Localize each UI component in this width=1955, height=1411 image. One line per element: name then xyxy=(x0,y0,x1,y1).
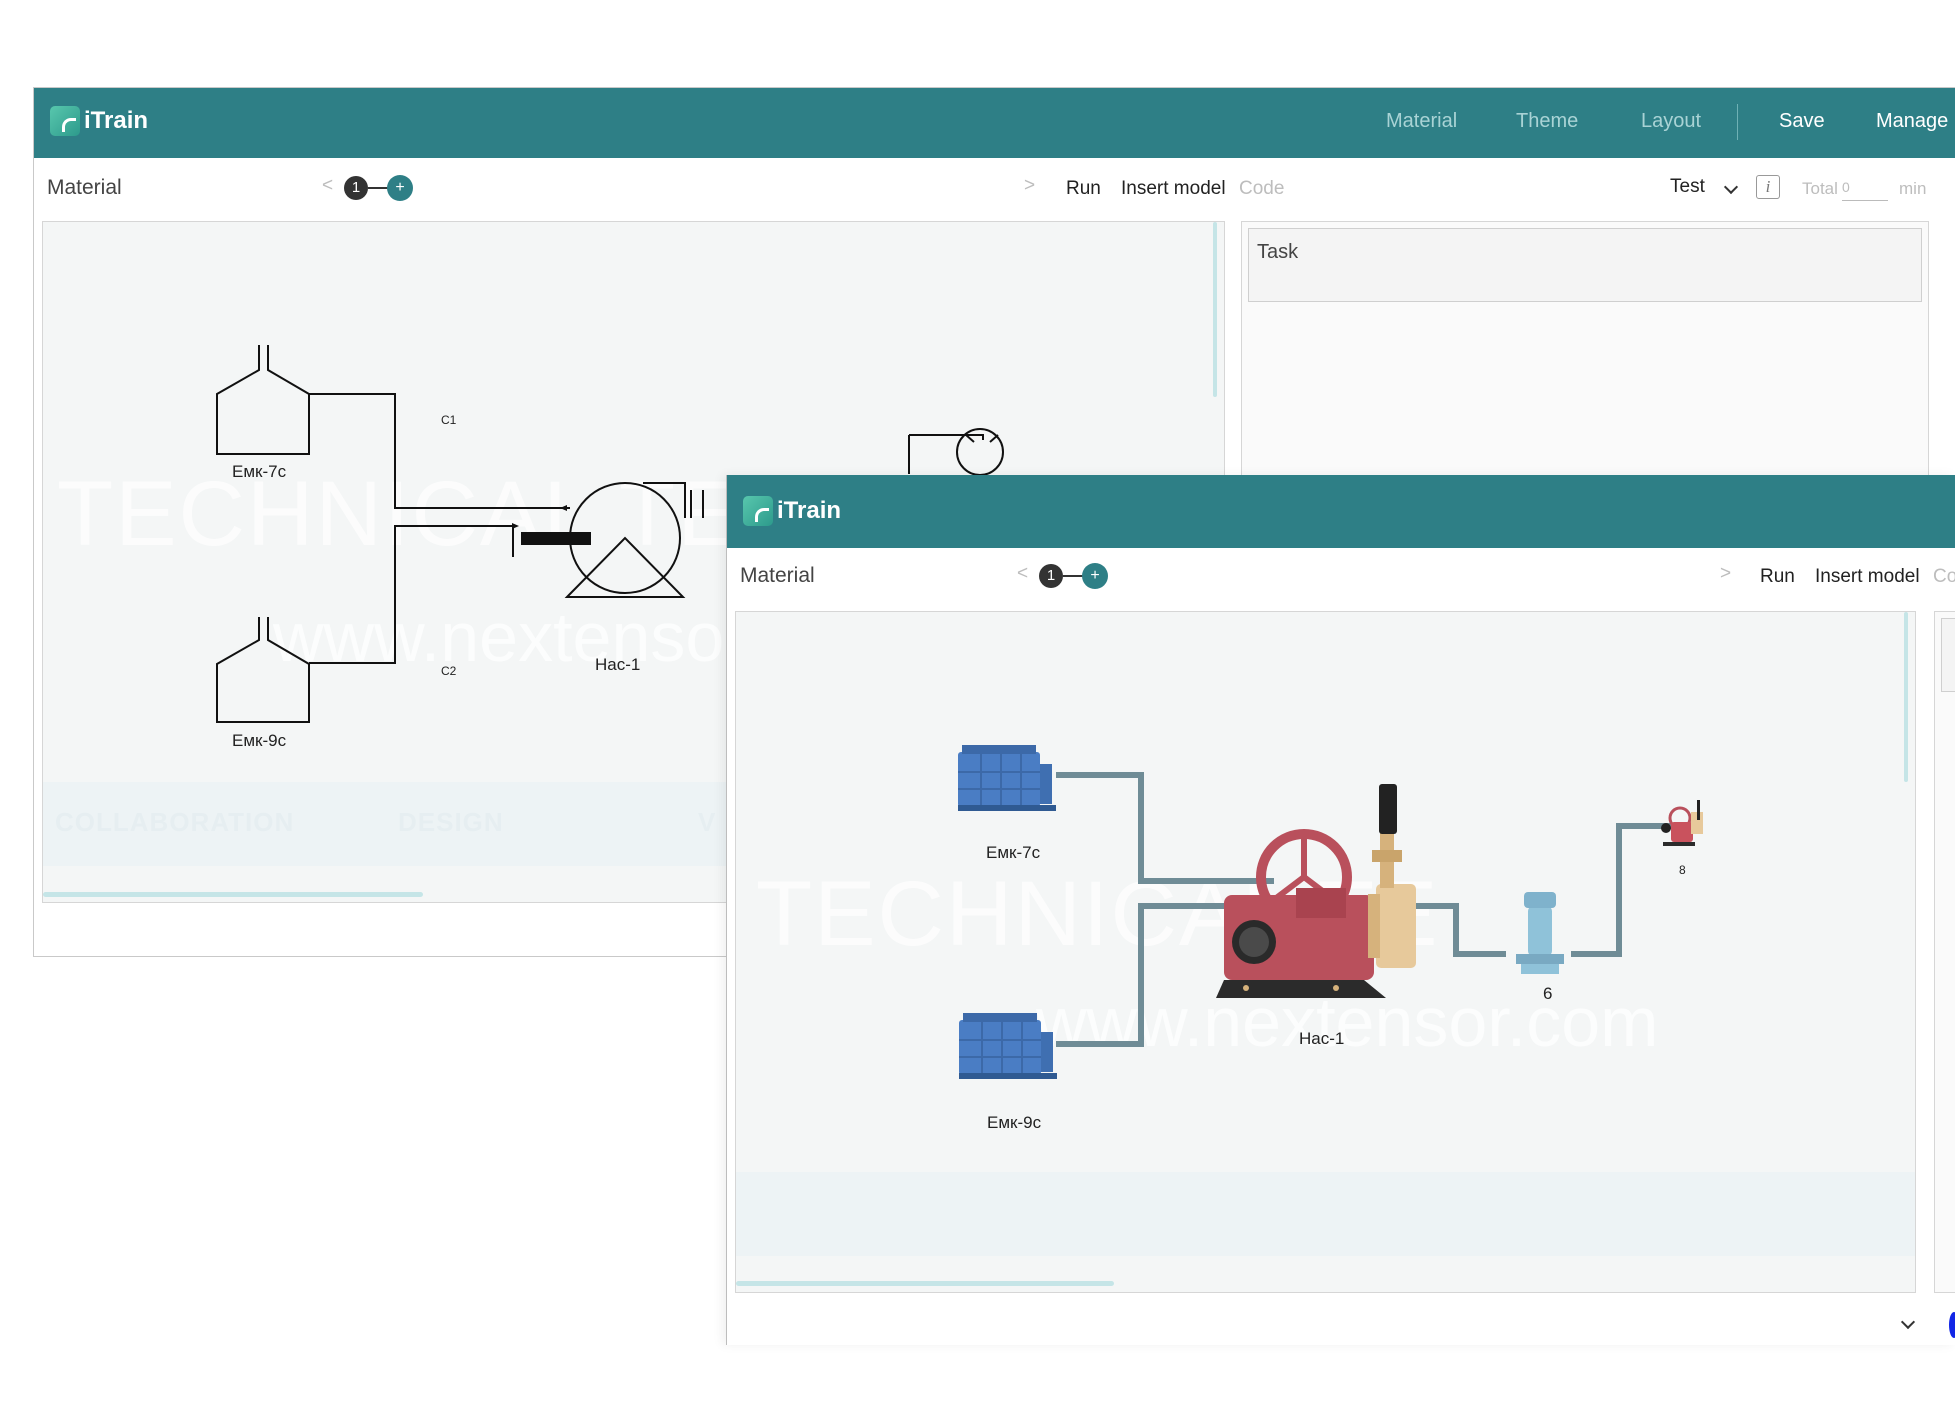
tank-9c-model xyxy=(959,1013,1057,1079)
material-title-2: Material xyxy=(740,564,815,587)
total-label: Total xyxy=(1802,179,1838,198)
tank-7c-label: Емк-7с xyxy=(232,462,287,481)
pump-label-2: Нас-1 xyxy=(1299,1029,1345,1048)
tank-9c-symbol xyxy=(216,617,310,723)
pipe-c2 xyxy=(309,525,513,664)
total-input-underline xyxy=(1842,200,1888,201)
nav-layout[interactable]: Layout xyxy=(1641,110,1701,133)
model-drawing xyxy=(958,745,1703,1079)
mode-select[interactable]: Test xyxy=(1670,176,1705,198)
pipe-out-2 xyxy=(1571,823,1671,957)
pipe-out-1 xyxy=(1401,903,1506,957)
task-box[interactable]: Task xyxy=(1248,228,1922,302)
step-connector-2 xyxy=(1063,575,1083,577)
nav-theme[interactable]: Theme xyxy=(1516,110,1578,133)
component-6-label: 6 xyxy=(1543,984,1553,1003)
component-6-model xyxy=(1516,892,1564,974)
tank-7c-label-2: Емк-7с xyxy=(986,843,1041,862)
prev-step-icon[interactable]: < xyxy=(322,175,333,197)
toolbar-2: Material < 1 + > Run Insert model Code xyxy=(727,548,1955,606)
pipe-c1 xyxy=(309,393,570,509)
header-bar-2: iTrain xyxy=(727,475,1955,548)
material-title: Material xyxy=(47,176,122,199)
itrain-logo-icon-2 xyxy=(743,496,773,526)
code-button-2[interactable]: Code xyxy=(1933,566,1955,588)
chevron-down-icon[interactable] xyxy=(1723,179,1739,195)
pump-label: Нас-1 xyxy=(595,655,641,674)
status-indicator xyxy=(1949,1312,1955,1338)
task-panel-2 xyxy=(1934,611,1955,1293)
tank-7c-symbol xyxy=(216,345,310,455)
step-1-button[interactable]: 1 xyxy=(344,176,368,200)
header-bar: iTrain Material Theme Layout Save Manage xyxy=(34,88,1955,158)
task-title: Task xyxy=(1257,241,1299,263)
prev-step-icon-2[interactable]: < xyxy=(1017,563,1028,585)
nav-material[interactable]: Material xyxy=(1386,110,1457,133)
tank-9c-label: Емк-9с xyxy=(232,731,287,750)
pipe-top xyxy=(1056,772,1274,884)
model-canvas[interactable]: TECHNICAL TE www.nextensor.com Емк-7с Ем… xyxy=(735,611,1916,1293)
insert-model-button-2[interactable]: Insert model xyxy=(1815,566,1920,588)
add-step-button-2[interactable]: + xyxy=(1082,563,1108,589)
pipe-bottom xyxy=(1056,903,1246,1047)
itrain-logo-icon xyxy=(50,106,80,136)
tank-9c-label-2: Емк-9с xyxy=(987,1113,1042,1132)
pipe-c1-label: C1 xyxy=(441,413,457,427)
run-button-2[interactable]: Run xyxy=(1760,566,1795,588)
component-8-label: 8 xyxy=(1679,863,1686,877)
app-name-2: iTrain xyxy=(777,497,842,524)
save-button[interactable]: Save xyxy=(1779,110,1825,133)
next-step-icon[interactable]: > xyxy=(1024,175,1035,197)
code-button[interactable]: Code xyxy=(1239,178,1284,200)
nav-divider xyxy=(1737,104,1738,140)
info-icon[interactable]: i xyxy=(1756,175,1780,199)
manage-button[interactable]: Manage xyxy=(1876,110,1948,133)
pump-model xyxy=(1216,784,1416,998)
app-logo-2[interactable]: iTrain xyxy=(743,496,841,526)
run-button[interactable]: Run xyxy=(1066,178,1101,200)
next-step-icon-2[interactable]: > xyxy=(1720,563,1731,585)
chevron-down-icon-2[interactable] xyxy=(1900,1314,1916,1330)
toolbar: Material < 1 + > Run Insert model Code T… xyxy=(34,158,1955,216)
total-value[interactable]: 0 xyxy=(1842,179,1850,195)
app-name: iTrain xyxy=(84,107,149,134)
task-box-2[interactable] xyxy=(1941,618,1955,692)
pipe-c2-label: C2 xyxy=(441,664,457,678)
tank-7c-model xyxy=(958,745,1056,811)
total-unit: min xyxy=(1899,179,1927,198)
step-1-button-2[interactable]: 1 xyxy=(1039,564,1063,588)
add-step-button[interactable]: + xyxy=(387,175,413,201)
foreground-window: iTrain Material < 1 + > Run Insert model… xyxy=(726,475,1955,1345)
step-connector xyxy=(368,187,388,189)
insert-model-button[interactable]: Insert model xyxy=(1121,178,1226,200)
app-logo[interactable]: iTrain xyxy=(50,106,148,136)
